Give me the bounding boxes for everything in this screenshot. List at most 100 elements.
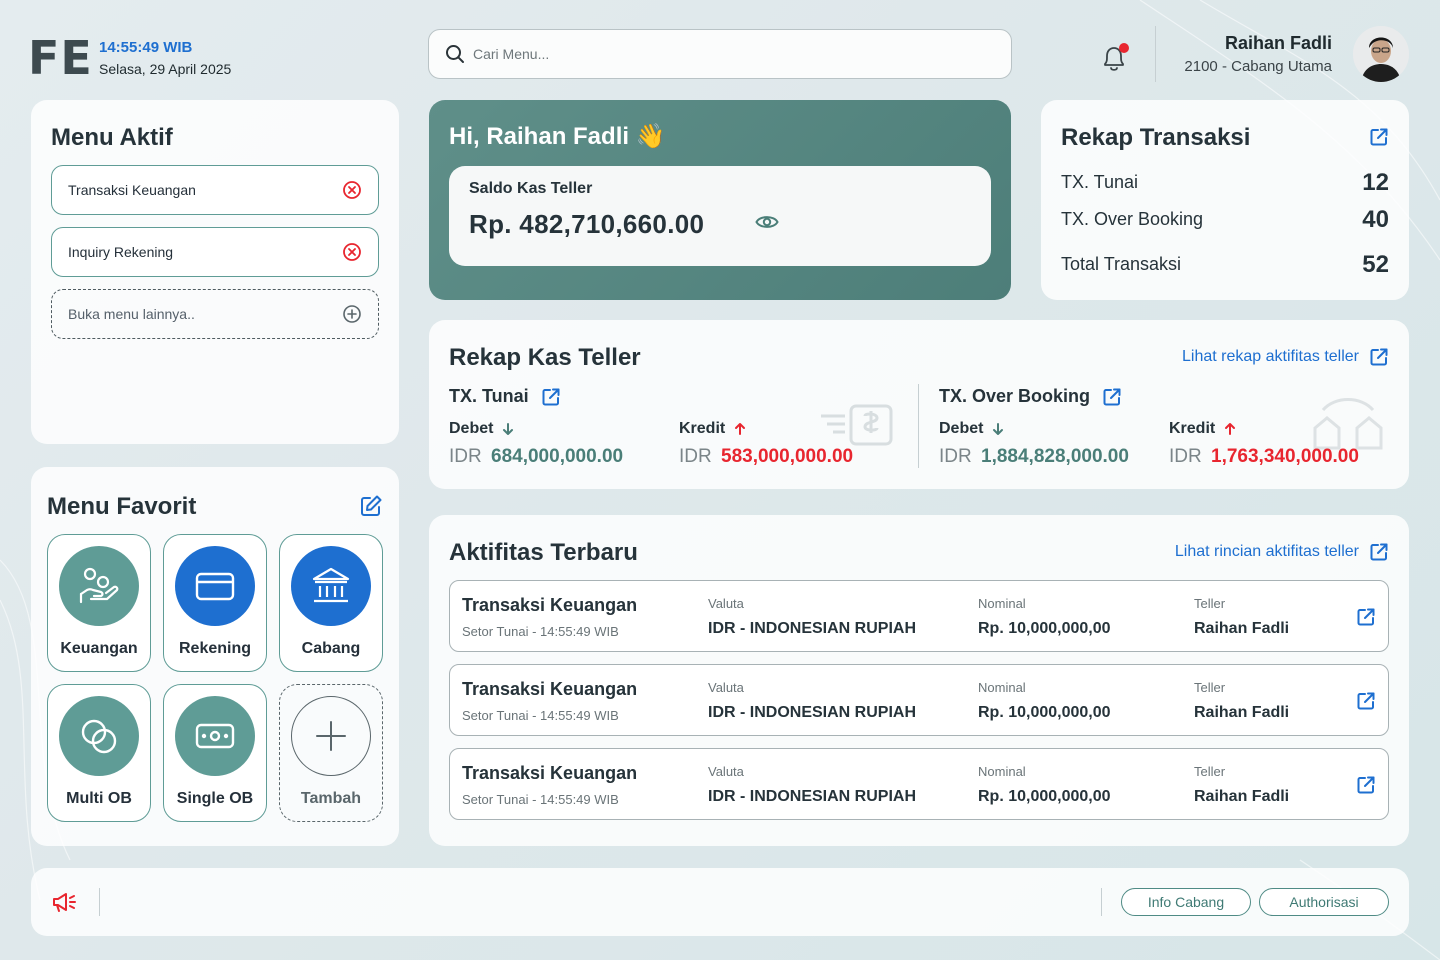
currency-label: IDR bbox=[679, 446, 712, 467]
kredit-label: Kredit bbox=[679, 420, 726, 437]
search-bar[interactable] bbox=[428, 29, 1012, 79]
aktifitas-title: Aktifitas Terbaru bbox=[449, 539, 638, 566]
saldo-value: Rp. 482,710,660.00 bbox=[469, 209, 705, 239]
tunai-kredit-label: Kredit bbox=[679, 420, 747, 438]
arrow-up-icon bbox=[1225, 423, 1236, 435]
clock-time: 14:55:49 WIB bbox=[99, 39, 193, 56]
open-more-menu-button[interactable]: Buka menu lainnya.. bbox=[51, 289, 379, 339]
external-link-icon bbox=[1103, 388, 1121, 405]
currency-label: IDR bbox=[449, 446, 482, 467]
bank-icon bbox=[291, 546, 371, 626]
favorite-label: Single OB bbox=[176, 790, 254, 807]
external-link-icon[interactable] bbox=[1356, 691, 1376, 711]
activity-row[interactable]: Transaksi Keuangan Setor Tunai - 14:55:4… bbox=[449, 748, 1389, 820]
search-icon bbox=[446, 45, 464, 63]
teller-label: Teller bbox=[1194, 680, 1226, 695]
favorite-cabang[interactable]: Cabang bbox=[279, 534, 383, 672]
favorite-keuangan[interactable]: Keuangan bbox=[47, 534, 151, 672]
external-link-icon[interactable] bbox=[1369, 127, 1389, 147]
debet-label: Debet bbox=[449, 420, 494, 437]
plus-circle-icon bbox=[343, 305, 361, 323]
currency-label: IDR bbox=[939, 446, 972, 467]
favorite-multi-ob[interactable]: Multi OB bbox=[47, 684, 151, 822]
ob-title: TX. Over Booking bbox=[939, 386, 1091, 406]
valuta-label: Valuta bbox=[708, 764, 744, 779]
ob-debet-amount: IDR 1,884,828,000.00 bbox=[939, 446, 1129, 468]
cash-transfer-watermark-icon bbox=[821, 404, 893, 446]
avatar[interactable] bbox=[1353, 26, 1409, 82]
activity-subtitle: Setor Tunai - 14:55:49 WIB bbox=[462, 624, 619, 639]
user-branch: 2100 - Cabang Utama bbox=[1184, 58, 1332, 75]
megaphone-icon[interactable] bbox=[51, 891, 79, 913]
favorite-label: Rekening bbox=[178, 640, 251, 657]
favorite-rekening[interactable]: Rekening bbox=[163, 534, 267, 672]
valuta-value: IDR - INDONESIAN RUPIAH bbox=[708, 788, 917, 805]
rekap-kas-card: Rekap Kas Teller Lihat rekap aktifitas t… bbox=[429, 320, 1409, 489]
close-icon[interactable] bbox=[342, 242, 362, 262]
tunai-header[interactable]: TX. Tunai bbox=[449, 386, 561, 407]
aktifitas-link[interactable]: Lihat rincian aktifitas teller bbox=[1175, 542, 1389, 562]
currency-label: IDR bbox=[1169, 446, 1202, 467]
rekap-divider bbox=[918, 384, 919, 468]
footer-divider bbox=[1101, 888, 1102, 916]
favorite-single-ob[interactable]: Single OB bbox=[163, 684, 267, 822]
external-link-icon bbox=[1370, 348, 1388, 366]
favorite-label: Cabang bbox=[301, 640, 361, 657]
greeting-title: Hi, Raihan Fadli 👋 bbox=[449, 122, 666, 151]
close-icon[interactable] bbox=[342, 180, 362, 200]
bell-icon bbox=[1104, 43, 1129, 71]
card-icon bbox=[175, 546, 255, 626]
rekap-row-label: Total Transaksi bbox=[1061, 254, 1182, 274]
favorite-label: Tambah bbox=[300, 790, 362, 807]
eye-icon[interactable] bbox=[755, 212, 779, 232]
open-more-menu-label: Buka menu lainnya.. bbox=[68, 306, 195, 322]
activity-row[interactable]: Transaksi Keuangan Setor Tunai - 14:55:4… bbox=[449, 580, 1389, 652]
user-name: Raihan Fadli bbox=[1224, 33, 1332, 53]
valuta-value: IDR - INDONESIAN RUPIAH bbox=[708, 704, 917, 721]
valuta-label: Valuta bbox=[708, 680, 744, 695]
tunai-debet-amount: IDR 684,000,000.00 bbox=[449, 446, 623, 468]
tunai-title: TX. Tunai bbox=[449, 386, 529, 406]
transfer-house-watermark-icon bbox=[1313, 398, 1383, 450]
tunai-kredit-amount: IDR 583,000,000.00 bbox=[679, 446, 853, 468]
teller-value: Raihan Fadli bbox=[1194, 788, 1290, 805]
external-link-icon[interactable] bbox=[1356, 775, 1376, 795]
debet-value: 1,884,828,000.00 bbox=[981, 446, 1129, 467]
rekap-row-label: TX. Tunai bbox=[1061, 172, 1139, 192]
app-logo: FE bbox=[28, 31, 93, 85]
plus-icon bbox=[291, 696, 371, 776]
menu-favorit-title: Menu Favorit bbox=[47, 493, 197, 520]
teller-label: Teller bbox=[1194, 764, 1226, 779]
search-input[interactable] bbox=[473, 46, 973, 62]
active-menu-label: Transaksi Keuangan bbox=[68, 182, 196, 198]
active-menu-item[interactable]: Inquiry Rekening bbox=[51, 227, 379, 277]
rekap-row-value: 40 bbox=[1362, 206, 1389, 233]
kredit-value: 1,763,340,000.00 bbox=[1211, 446, 1359, 467]
greeting-card: Hi, Raihan Fadli 👋 Saldo Kas Teller Rp. … bbox=[429, 100, 1011, 300]
aktifitas-card: Aktifitas Terbaru Lihat rincian aktifita… bbox=[429, 515, 1409, 846]
add-favorite-button[interactable]: Tambah bbox=[279, 684, 383, 822]
edit-icon[interactable] bbox=[359, 494, 383, 518]
external-link-icon bbox=[542, 388, 560, 405]
rekap-kas-title: Rekap Kas Teller bbox=[449, 344, 641, 371]
teller-label: Teller bbox=[1194, 596, 1226, 611]
rekap-kas-link[interactable]: Lihat rekap aktifitas teller bbox=[1182, 347, 1389, 367]
tunai-debet-label: Debet bbox=[449, 420, 515, 438]
ob-header[interactable]: TX. Over Booking bbox=[939, 386, 1122, 407]
ob-kredit-amount: IDR 1,763,340,000.00 bbox=[1169, 446, 1359, 468]
activity-subtitle: Setor Tunai - 14:55:49 WIB bbox=[462, 708, 619, 723]
info-cabang-button[interactable]: Info Cabang bbox=[1121, 888, 1251, 916]
cash-icon bbox=[175, 696, 255, 776]
nominal-label: Nominal bbox=[978, 596, 1026, 611]
activity-row[interactable]: Transaksi Keuangan Setor Tunai - 14:55:4… bbox=[449, 664, 1389, 736]
activity-title: Transaksi Keuangan bbox=[462, 595, 638, 615]
authorisasi-button[interactable]: Authorisasi bbox=[1259, 888, 1389, 916]
external-link-icon[interactable] bbox=[1356, 607, 1376, 627]
nominal-value: Rp. 10,000,000,00 bbox=[978, 788, 1111, 805]
active-menu-item[interactable]: Transaksi Keuangan bbox=[51, 165, 379, 215]
debet-value: 684,000,000.00 bbox=[491, 446, 624, 467]
notification-button[interactable] bbox=[1100, 42, 1130, 74]
saldo-box: Saldo Kas Teller Rp. 482,710,660.00 bbox=[449, 166, 991, 266]
activity-title: Transaksi Keuangan bbox=[462, 763, 638, 783]
teller-value: Raihan Fadli bbox=[1194, 704, 1290, 721]
